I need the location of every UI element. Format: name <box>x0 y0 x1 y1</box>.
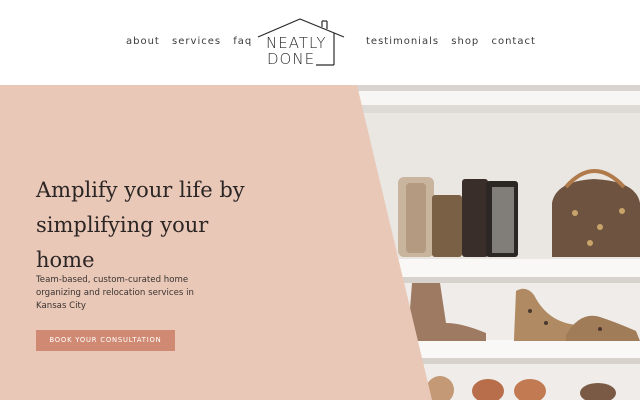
logo-line-2: DONE <box>267 50 316 68</box>
nav-faq[interactable]: faq <box>233 36 252 47</box>
nav-right: testimonials shop contact <box>366 36 536 47</box>
site-logo[interactable]: NEATLY DONE <box>254 17 346 69</box>
nav-testimonials[interactable]: testimonials <box>366 36 439 47</box>
hero-section: Amplify your life by simplifying your ho… <box>0 85 640 400</box>
book-consultation-button[interactable]: BOOK YOUR CONSULTATION <box>36 330 175 351</box>
site-header: about services faq NEATLY DONE testimoni… <box>0 0 640 85</box>
nav-shop[interactable]: shop <box>451 36 479 47</box>
nav-left: about services faq <box>126 36 252 47</box>
nav-services[interactable]: services <box>172 36 221 47</box>
hero-subtext: Team-based, custom-curated home organizi… <box>36 275 194 311</box>
nav-contact[interactable]: contact <box>491 36 535 47</box>
hero-headline: Amplify your life by simplifying your ho… <box>36 178 245 272</box>
nav-about[interactable]: about <box>126 36 160 47</box>
